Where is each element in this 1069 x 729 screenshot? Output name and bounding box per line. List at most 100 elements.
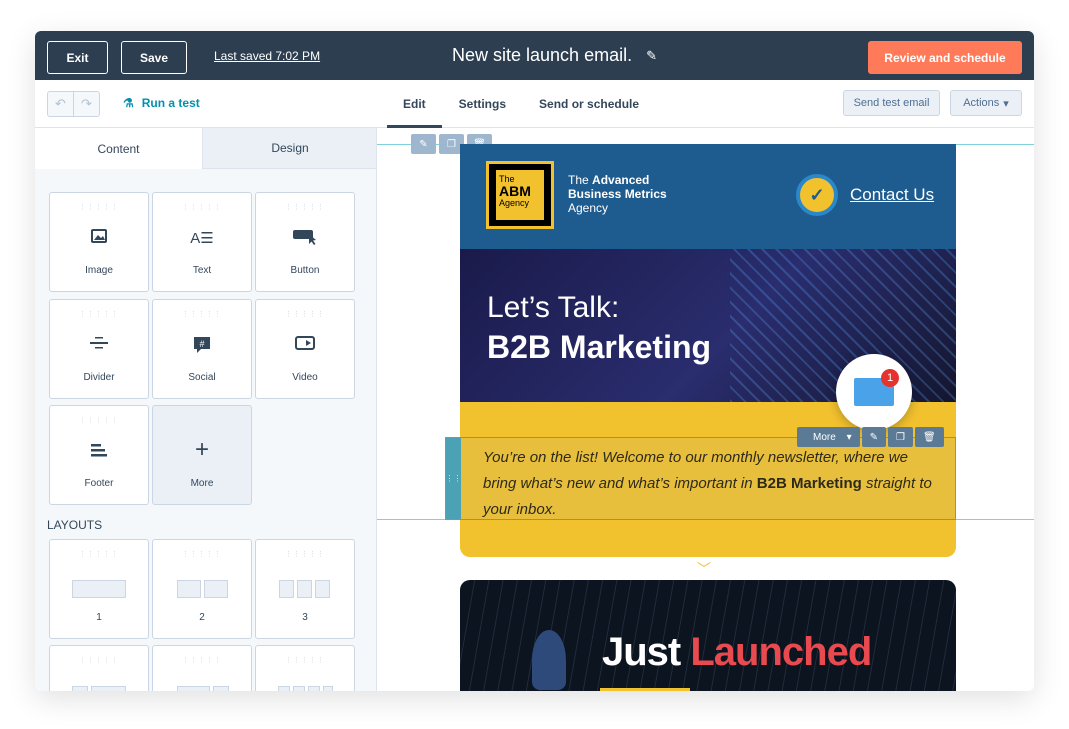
pencil-icon[interactable]: ✎ (411, 134, 436, 154)
image-icon (50, 229, 148, 243)
intro-text-bold: B2B Marketing (756, 475, 862, 492)
layout-2-column[interactable]: ⋮⋮⋮⋮⋮ 2 (152, 539, 252, 639)
actions-dropdown[interactable]: Actions ▾ (950, 90, 1022, 116)
redo-icon[interactable]: ↷ (74, 92, 99, 116)
more-dropdown[interactable]: More ▾ (797, 427, 860, 447)
support-headset-icon: ✓ (796, 174, 838, 216)
tab-edit[interactable]: Edit (387, 80, 442, 128)
email-header: The ABM Agency The Advanced Business Met… (460, 144, 956, 249)
panel-tabs: Content Design (35, 128, 376, 169)
logo-abm: ABM (499, 183, 531, 199)
drag-grip-icon: ⋮⋮⋮⋮⋮ (79, 204, 119, 211)
drag-grip-icon: ⋮⋮⋮⋮⋮ (285, 204, 325, 211)
editor-toolbar: ↶ ↷ ⚗ Run a test Edit Settings Send or s… (35, 80, 1034, 128)
drag-grip-icon: ⋮⋮⋮⋮⋮ (79, 657, 119, 664)
drag-grip-icon: ⋮⋮⋮⋮⋮ (285, 551, 325, 558)
layout-option[interactable]: ⋮⋮⋮⋮⋮ (49, 645, 149, 691)
just-launched-section: Just Launched (460, 580, 956, 691)
more-label: More (805, 427, 844, 447)
button-icon (256, 229, 354, 245)
last-saved-link[interactable]: Last saved 7:02 PM (214, 49, 320, 63)
tab-settings[interactable]: Settings (459, 80, 506, 128)
layout-option[interactable]: ⋮⋮⋮⋮⋮ (152, 645, 252, 691)
drag-handle-icon[interactable]: ⋮⋮ (446, 438, 462, 519)
rocket-icon (532, 630, 566, 690)
send-test-email-button[interactable]: Send test email (843, 90, 940, 116)
mail-notification-icon: 1 (836, 354, 912, 430)
agency-name: The Advanced Business Metrics Agency (568, 173, 667, 215)
video-icon (256, 336, 354, 350)
plus-icon: + (194, 436, 209, 463)
contact-us[interactable]: ✓ Contact Us (796, 174, 934, 216)
exit-button[interactable]: Exit (47, 41, 108, 74)
layout-3-column[interactable]: ⋮⋮⋮⋮⋮ 3 (255, 539, 355, 639)
pencil-icon[interactable]: ✎ (861, 427, 886, 447)
layout-option[interactable]: ⋮⋮⋮⋮⋮ (255, 645, 355, 691)
run-a-test-label: Run a test (141, 96, 200, 110)
module-text[interactable]: ⋮⋮⋮⋮⋮ A☰ Text (152, 192, 252, 292)
just-launched-heading: Just Launched (602, 630, 872, 675)
undo-icon[interactable]: ↶ (48, 92, 74, 116)
tab-send-or-schedule[interactable]: Send or schedule (539, 80, 639, 128)
agency-agency: Agency (568, 201, 609, 215)
chevron-down-icon: ﹀ (697, 561, 711, 577)
intro-text[interactable]: You’re on the list! Welcome to our month… (483, 445, 935, 523)
module-toolbar: More ▾ ✎ ❐ 🗑 (797, 427, 944, 447)
flask-icon: ⚗ (123, 96, 134, 110)
svg-text:#: # (199, 339, 204, 349)
layout-column-preview (315, 580, 330, 598)
launch-underline-bar (600, 688, 690, 691)
email-preview: The ABM Agency The Advanced Business Met… (445, 144, 956, 691)
agency-business-metrics: Business Metrics (568, 187, 667, 201)
trash-icon[interactable]: 🗑 (914, 427, 944, 447)
module-label: Image (85, 265, 113, 276)
module-video[interactable]: ⋮⋮⋮⋮⋮ Video (255, 299, 355, 399)
email-title[interactable]: New site launch email. ✎ (452, 45, 657, 66)
module-label: Divider (83, 372, 115, 383)
module-image[interactable]: ⋮⋮⋮⋮⋮ Image (49, 192, 149, 292)
module-divider[interactable]: ⋮⋮⋮⋮⋮ Divider (49, 299, 149, 399)
email-editor-window: Exit Save Last saved 7:02 PM New site la… (35, 31, 1034, 691)
module-social[interactable]: ⋮⋮⋮⋮⋮ # Social (152, 299, 252, 399)
module-label: More (190, 478, 214, 489)
layout-column-preview (177, 686, 210, 691)
review-and-schedule-button[interactable]: Review and schedule (868, 41, 1022, 74)
drag-grip-icon: ⋮⋮⋮⋮⋮ (182, 204, 222, 211)
drag-grip-icon: ⋮⋮⋮⋮⋮ (79, 417, 119, 424)
module-more[interactable]: + More (152, 405, 252, 505)
tab-design[interactable]: Design (203, 128, 376, 169)
save-button[interactable]: Save (121, 41, 187, 74)
banner-heading-line2: B2B Marketing (487, 329, 712, 365)
editor-tabs: Edit Settings Send or schedule (387, 80, 672, 128)
layout-column-preview (297, 580, 312, 598)
top-bar: Exit Save Last saved 7:02 PM New site la… (35, 31, 1034, 80)
layout-column-preview (293, 686, 305, 691)
content-panel: Content Design ⋮⋮⋮⋮⋮ Image ⋮⋮⋮⋮⋮ A☰ Text… (35, 128, 377, 691)
layout-column-preview (204, 580, 228, 598)
drag-grip-icon: ⋮⋮⋮⋮⋮ (182, 657, 222, 664)
clone-icon[interactable]: ❐ (888, 427, 913, 447)
module-label: Social (188, 372, 216, 383)
layout-column-preview (308, 686, 320, 691)
module-label: Footer (84, 478, 114, 489)
module-label: 1 (96, 612, 102, 623)
layout-1-column[interactable]: ⋮⋮⋮⋮⋮ 1 (49, 539, 149, 639)
pencil-icon[interactable]: ✎ (646, 48, 657, 64)
layout-column-preview (91, 686, 126, 691)
layout-column-preview (72, 686, 88, 691)
module-button[interactable]: ⋮⋮⋮⋮⋮ Button (255, 192, 355, 292)
social-icon: # (153, 336, 251, 354)
tab-content[interactable]: Content (35, 128, 203, 169)
module-footer[interactable]: ⋮⋮⋮⋮⋮ Footer (49, 405, 149, 505)
run-a-test-button[interactable]: ⚗ Run a test (123, 96, 200, 110)
layout-column-preview (279, 580, 294, 598)
drag-grip-icon: ⋮⋮⋮⋮⋮ (182, 551, 222, 558)
text-icon: A☰ (190, 230, 214, 247)
footer-icon (50, 442, 148, 458)
contact-us-link[interactable]: Contact Us (850, 185, 934, 205)
layout-column-preview (72, 580, 126, 598)
abm-agency-logo: The ABM Agency (486, 161, 554, 229)
email-canvas: ✎ ❐ 🗑 The ABM Agency The Advanced Busine… (377, 128, 1034, 691)
module-label: Video (292, 372, 318, 383)
module-label: 2 (199, 612, 205, 623)
